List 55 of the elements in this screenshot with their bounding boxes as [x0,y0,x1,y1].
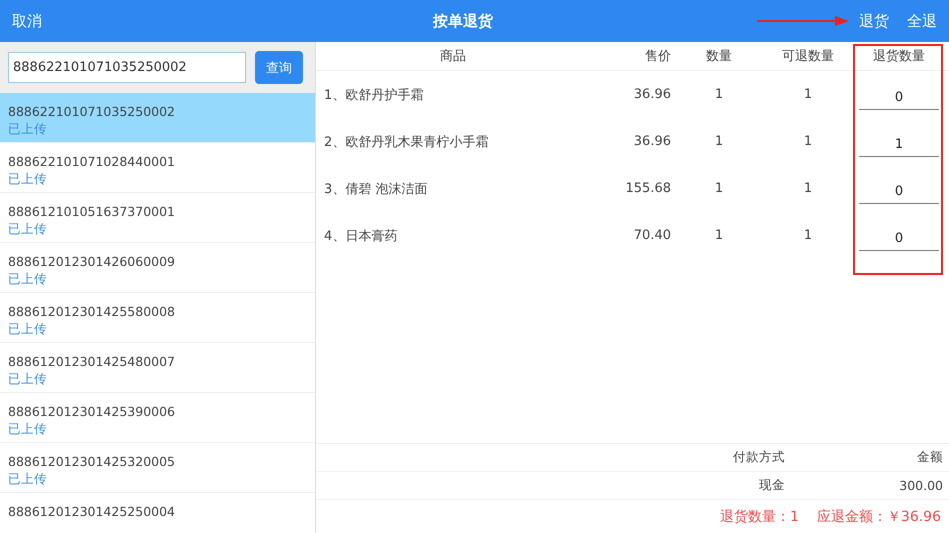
price-cell-text: 36.96 [632,87,671,102]
order-status: 已上传 [8,470,47,488]
order-item[interactable]: 888622101071035250002 已上传 [0,93,315,143]
returnable-cell-text: 1 [802,228,814,243]
order-number: 888612012301425320005 [8,453,176,470]
order-number: 888612012301425480007 [8,353,176,370]
return-quantity-total: 退货数量：1 [720,508,799,526]
product-cell-text: 4、日本膏药 [323,228,398,244]
column-header: 付款方式 [732,449,785,466]
header-action-button[interactable]: 全退 [901,6,943,36]
quantity-cell-text: 1 [714,228,724,243]
product-cell-text: 3、倩碧 泡沫洁面 [323,180,428,198]
search-field[interactable]: 888622101071035250002 [8,52,246,83]
order-number: 888612012301426060009 [8,253,176,270]
price-cell-text: 36.96 [632,134,671,149]
column-header: 数量 [705,48,733,65]
product-cell-text: 1、欧舒丹护手霜 [323,86,424,104]
order-status: 已上传 [8,220,47,238]
order-number: 888612012301425580008 [8,303,176,320]
quantity-cell-text: 1 [714,87,724,102]
order-status: 已上传 [8,370,47,388]
order-status: 已上传 [8,120,47,138]
column-header: 商品 [439,48,467,65]
column-header: 售价 [644,48,671,65]
order-status: 已上传 [8,170,47,188]
order-number: 888612012301425250004 [8,503,176,520]
price-cell-text: 155.68 [624,181,671,196]
order-status: 已上传 [8,320,47,338]
return-quantity-field[interactable]: 0 [859,86,939,110]
returnable-cell-text: 1 [802,87,814,102]
order-number: 888622101071028440001 [8,153,176,170]
column-header: 退货数量 [872,48,926,65]
order-number: 888622101071035250002 [8,103,176,120]
payment-method: 现金 [758,477,785,494]
return-quantity-field[interactable]: 0 [859,226,939,250]
quantity-cell-text: 1 [714,134,724,149]
payment-amount: 300.00 [898,478,944,493]
order-number: 888612101051637370001 [8,203,176,220]
quantity-cell-text: 1 [714,181,724,196]
query-button[interactable]: 查询 [255,51,303,84]
column-header: 可退数量 [781,48,835,65]
order-status: 已上传 [8,420,47,438]
column-header: 金额 [916,449,944,466]
order-number: 888612012301425390006 [8,403,176,420]
order-status: 已上传 [8,270,47,288]
page-title: 按单退货 [432,12,494,30]
cancel-button[interactable]: 取消 [0,6,54,36]
refund-amount: 应退金额：￥36.96 [816,508,941,526]
return-quantity-field[interactable]: 0 [859,180,939,204]
product-cell-text: 2、欧舒丹乳木果青柠小手霜 [323,134,490,150]
header-action-button[interactable]: 退货 [853,6,895,36]
returnable-cell-text: 1 [802,134,814,149]
returnable-cell-text: 1 [802,181,814,196]
price-cell-text: 70.40 [632,228,671,243]
return-quantity-field[interactable]: 1 [859,132,939,156]
